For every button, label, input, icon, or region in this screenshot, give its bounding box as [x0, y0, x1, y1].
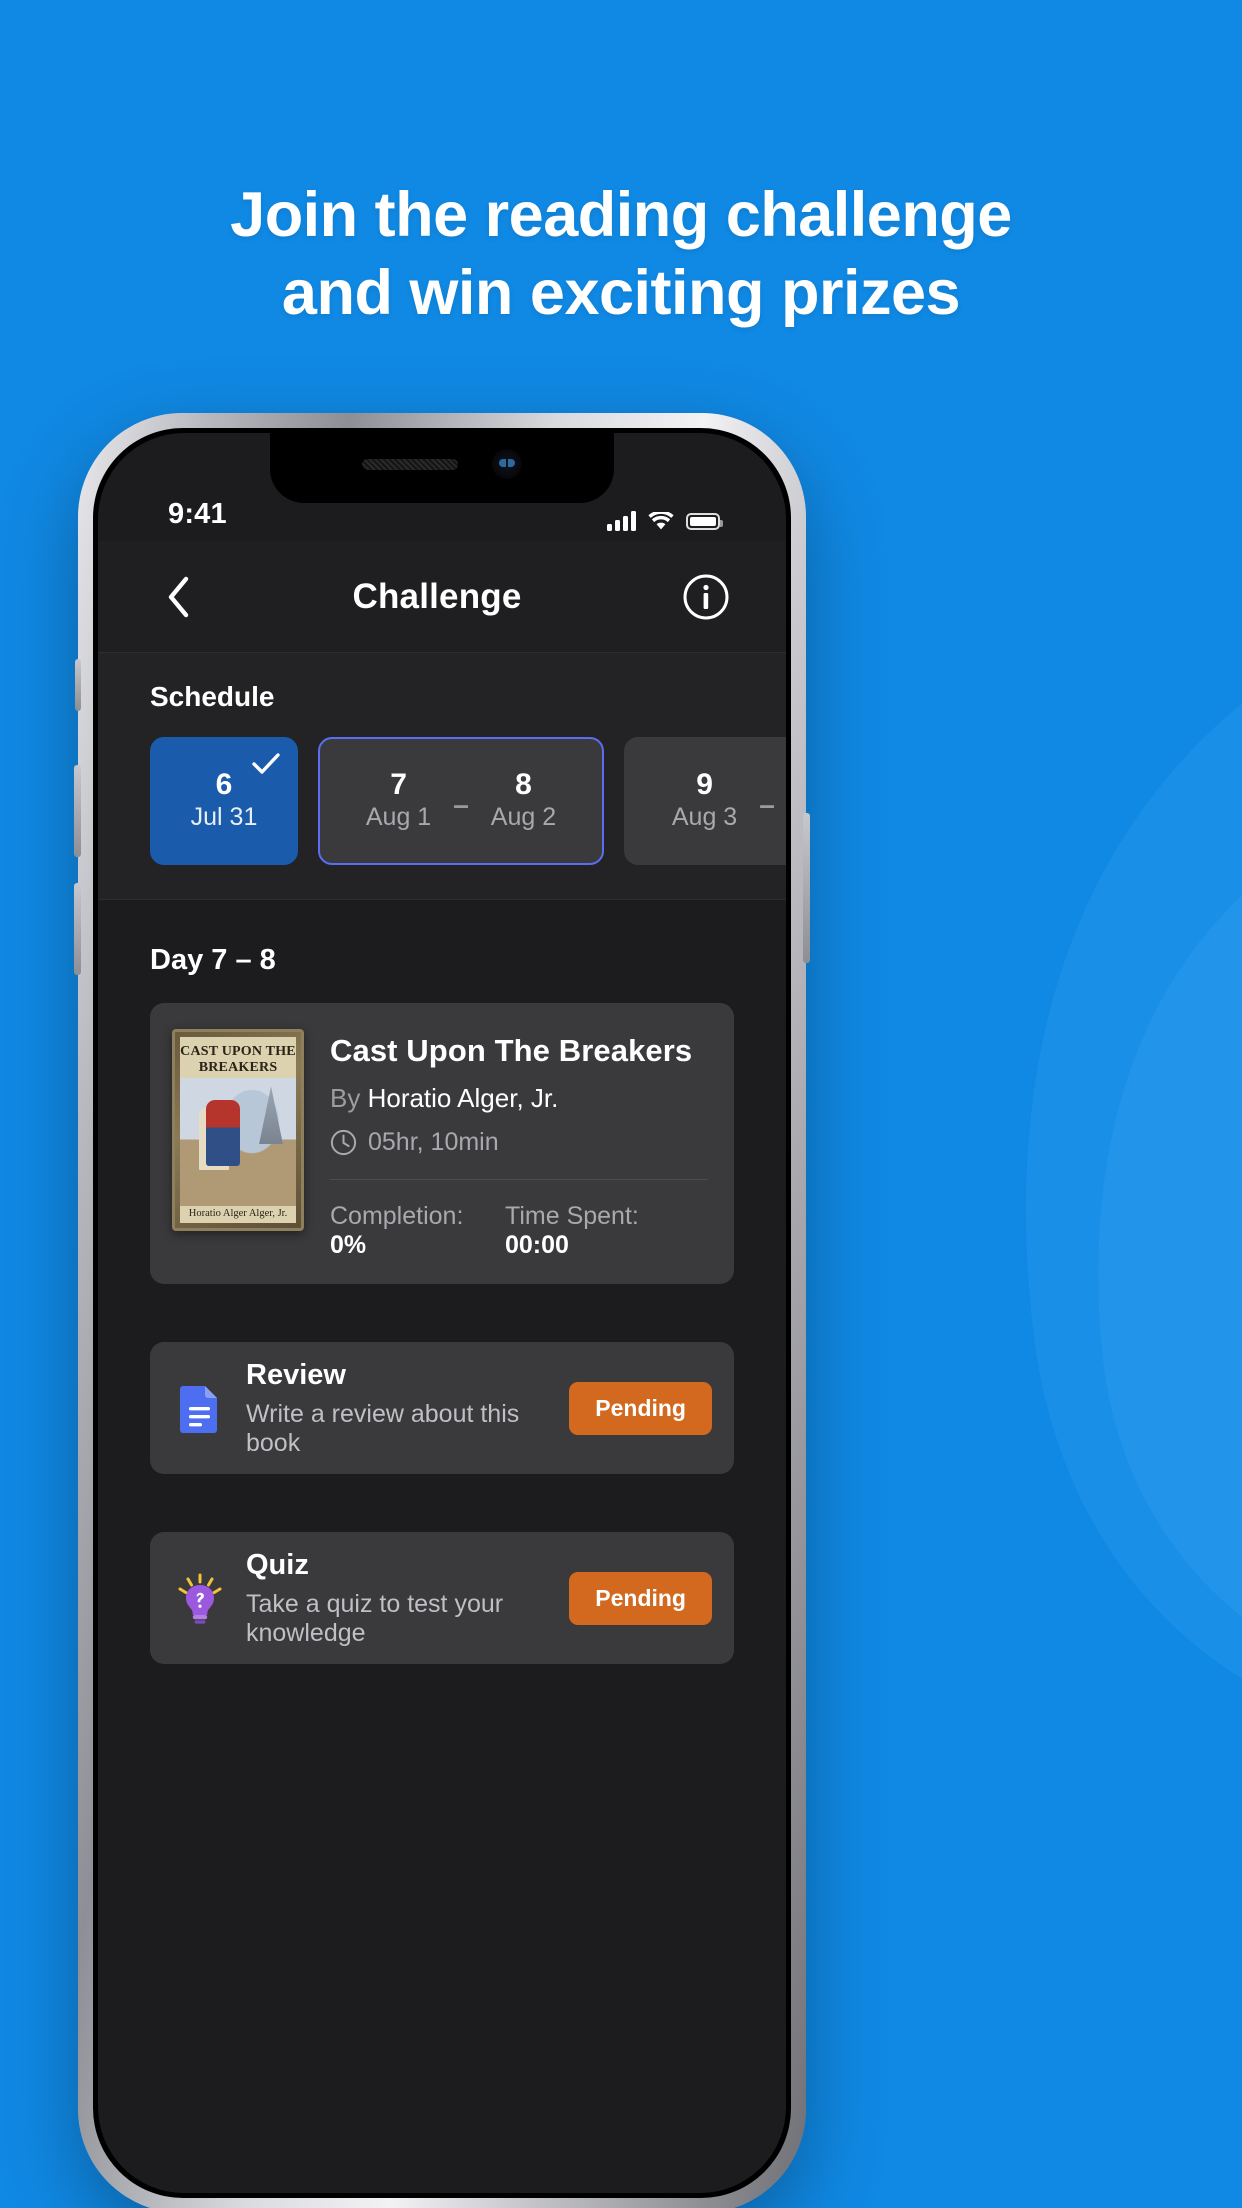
signal-bars-icon	[607, 511, 636, 531]
by-prefix: By	[330, 1083, 368, 1113]
task-status-badge[interactable]: Pending	[569, 1381, 712, 1435]
main-content: Day 7 – 8 CAST UPON THE BREAKERS Horatio…	[98, 900, 786, 1664]
volume-down-button[interactable]	[74, 883, 81, 975]
page-title: Challenge	[352, 576, 522, 616]
task-status-badge[interactable]: Pending	[569, 1571, 712, 1625]
phone-screen: 9:41 Challenge Schedule 6 Jul 31 7 Aug 1…	[98, 433, 786, 2193]
book-card[interactable]: CAST UPON THE BREAKERS Horatio Alger Alg…	[150, 1003, 734, 1284]
book-author: Horatio Alger, Jr.	[367, 1083, 559, 1113]
book-duration-row: 05hr, 10min	[330, 1128, 708, 1157]
time-spent-value: 00:00	[505, 1231, 569, 1259]
task-subtitle: Take a quiz to test your knowledge	[246, 1589, 504, 1647]
book-stats-row: Completion: 0% Time Spent: 00:00	[330, 1180, 708, 1284]
task-title: Review	[246, 1358, 346, 1391]
silent-switch[interactable]	[75, 659, 81, 711]
range-dash: –	[453, 789, 469, 820]
day-card-3-start: 9 Aug 3	[672, 770, 737, 832]
day-date: Jul 31	[190, 803, 258, 832]
info-button[interactable]	[678, 569, 734, 625]
cover-title: CAST UPON THE BREAKERS	[180, 1044, 296, 1075]
day-card-2-start: 7 Aug 1	[366, 770, 431, 832]
day-number: 8	[515, 768, 532, 802]
day-number: 6	[215, 768, 233, 802]
phone-inner-bezel: 9:41 Challenge Schedule 6 Jul 31 7 Aug 1…	[93, 428, 791, 2198]
completion-value: 0%	[330, 1231, 367, 1259]
quiz-lightbulb-icon	[174, 1572, 226, 1624]
earpiece-speaker-icon	[362, 458, 458, 470]
day-number: 7	[390, 768, 407, 802]
schedule-day-card-1[interactable]: 6 Jul 31	[150, 737, 298, 865]
cover-artwork	[180, 1078, 296, 1206]
battery-full-icon	[686, 512, 723, 530]
task-review-text: Review Write a review about this book	[246, 1359, 549, 1458]
time-spent-label: Time Spent:	[505, 1202, 639, 1230]
background-swoosh-icon	[1025, 703, 1242, 1679]
navigation-bar: Challenge	[98, 541, 786, 653]
range-dash: –	[759, 789, 775, 820]
day-date: Aug 3	[671, 803, 738, 832]
book-info: Cast Upon The Breakers By Horatio Alger,…	[304, 1003, 734, 1284]
front-camera-icon	[492, 449, 522, 479]
headline-line-2: and win exciting prizes	[281, 258, 961, 329]
task-quiz-text: Quiz Take a quiz to test your knowledge	[246, 1549, 549, 1648]
power-button[interactable]	[803, 813, 810, 963]
day-number: 9	[696, 768, 713, 802]
book-author-line: By Horatio Alger, Jr.	[330, 1083, 708, 1114]
day-date: Aug 2	[490, 803, 557, 832]
chevron-left-icon	[168, 576, 189, 617]
day-date: Aug 1	[365, 803, 432, 832]
schedule-day-card-3[interactable]: 9 Aug 3 – 10 Aug 4	[624, 737, 786, 865]
status-indicators	[607, 511, 730, 531]
volume-up-button[interactable]	[74, 765, 81, 857]
headline-line-1: Join the reading challenge	[230, 180, 1012, 250]
phone-notch	[270, 433, 614, 503]
task-card-review[interactable]: Review Write a review about this book Pe…	[150, 1342, 734, 1474]
day-card-2-end: 8 Aug 2	[491, 770, 556, 832]
task-subtitle: Write a review about this book	[246, 1399, 520, 1457]
completion-label: Completion:	[330, 1202, 464, 1230]
document-icon	[174, 1383, 226, 1433]
info-circle-icon	[683, 574, 729, 619]
wifi-icon	[648, 511, 674, 529]
task-card-quiz[interactable]: Quiz Take a quiz to test your knowledge …	[150, 1532, 734, 1664]
completion-stat: Completion: 0%	[330, 1202, 505, 1260]
schedule-day-card-2[interactable]: 7 Aug 1 – 8 Aug 2	[318, 737, 604, 865]
schedule-strip[interactable]: 6 Jul 31 7 Aug 1 – 8 Aug 2 9 Aug 3 –	[98, 737, 786, 865]
task-title: Quiz	[246, 1548, 309, 1581]
cover-author: Horatio Alger Alger, Jr.	[188, 1208, 288, 1219]
day-range-label: Day 7 – 8	[150, 944, 276, 976]
status-time: 9:41	[168, 498, 227, 530]
schedule-section: Schedule 6 Jul 31 7 Aug 1 – 8 Aug 2 9 Au…	[98, 653, 786, 900]
phone-mockup: 9:41 Challenge Schedule 6 Jul 31 7 Aug 1…	[74, 413, 810, 2208]
clock-icon	[330, 1129, 357, 1156]
book-cover-wrap: CAST UPON THE BREAKERS Horatio Alger Alg…	[150, 1003, 304, 1284]
check-icon	[252, 753, 280, 780]
day-card-1-start: 6 Jul 31	[191, 770, 258, 832]
schedule-label: Schedule	[150, 681, 275, 712]
time-spent-stat: Time Spent: 00:00	[505, 1202, 708, 1260]
promo-headline: Join the reading challenge and win excit…	[0, 176, 1242, 332]
book-duration: 05hr, 10min	[368, 1128, 499, 1156]
book-cover-image: CAST UPON THE BREAKERS Horatio Alger Alg…	[172, 1029, 304, 1231]
book-title: Cast Upon The Breakers	[330, 1033, 693, 1068]
